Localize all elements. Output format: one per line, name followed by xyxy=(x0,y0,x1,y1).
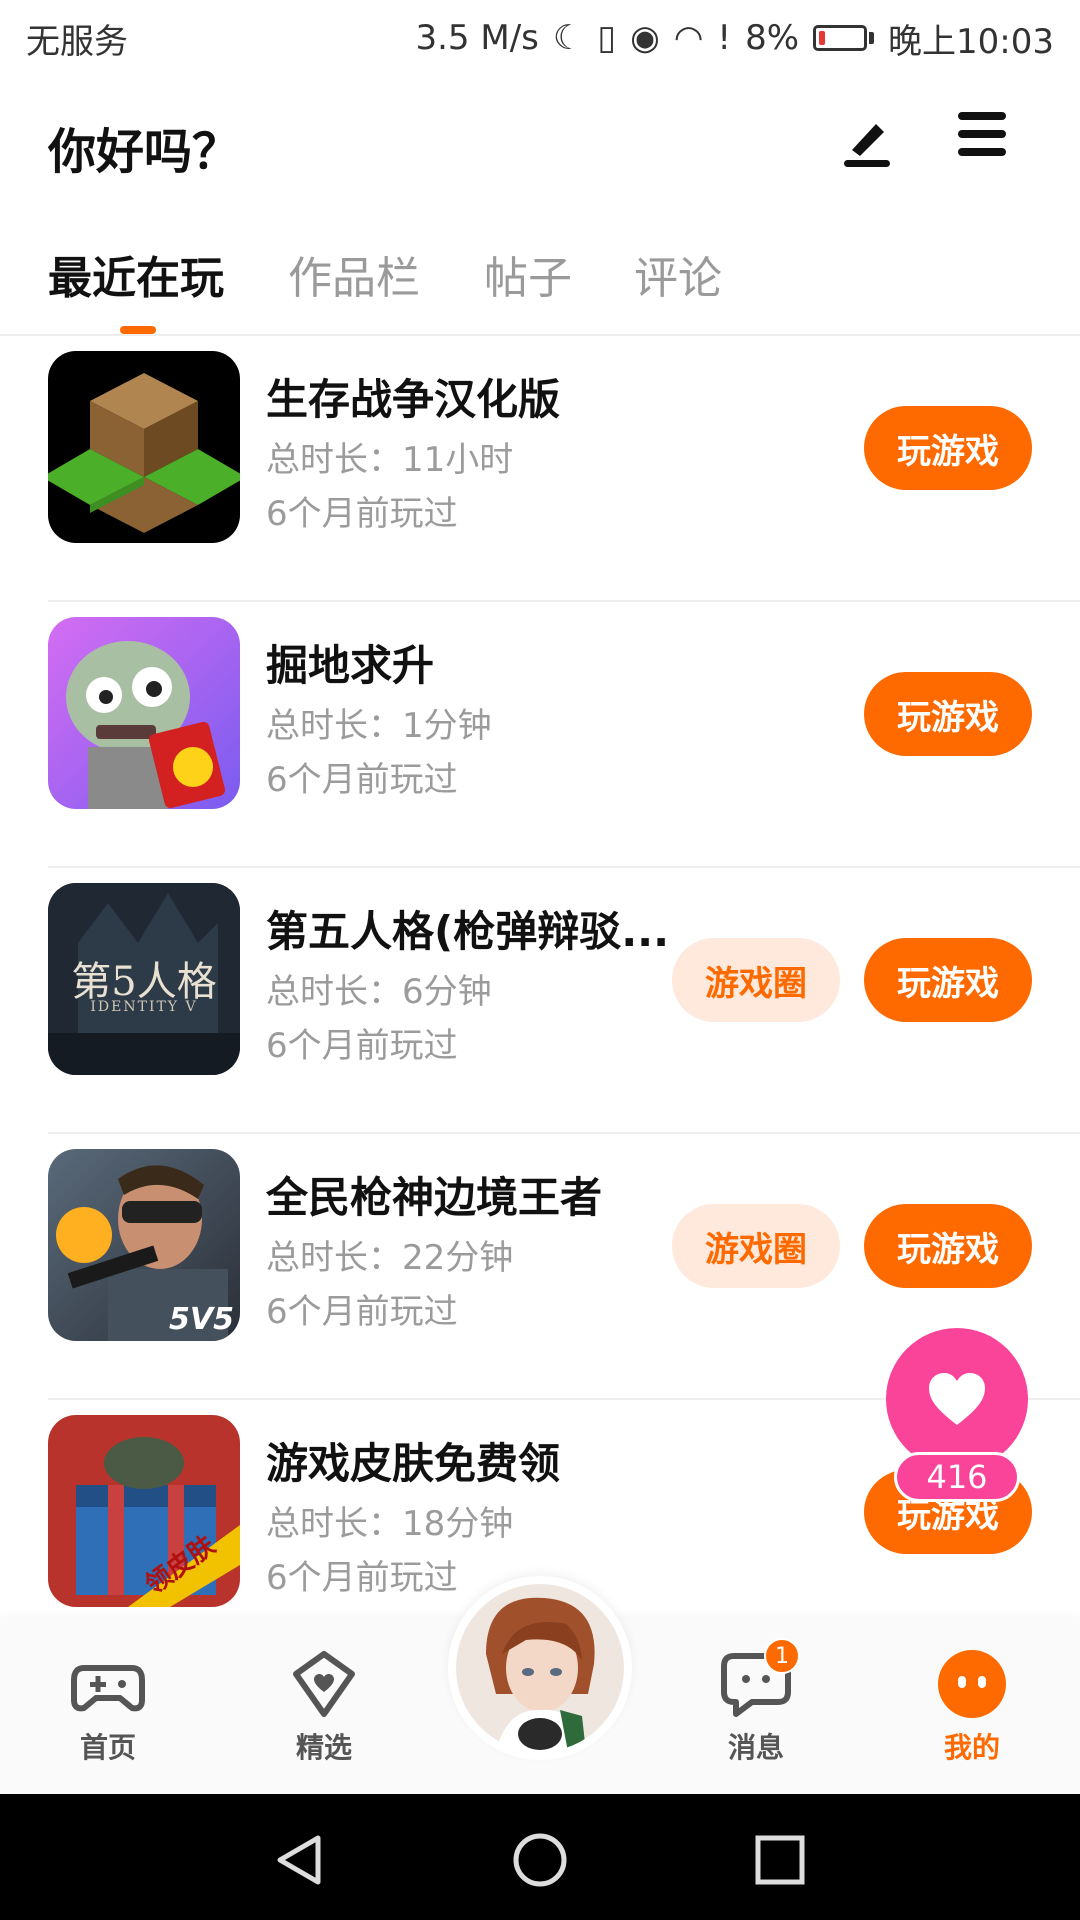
nav-home[interactable]: 首页 xyxy=(38,1646,178,1766)
moon-icon: ☾ xyxy=(552,18,584,58)
net-speed: 3.5 M/s xyxy=(415,18,539,58)
heart-bubble-icon xyxy=(286,1646,362,1722)
list-item[interactable]: 掘地求升 总时长：1分钟 6个月前玩过 玩游戏 xyxy=(0,602,1080,868)
game-circle-button[interactable]: 游戏圈 xyxy=(672,938,840,1022)
play-duration: 总时长：1分钟 xyxy=(266,706,492,746)
eye-icon: ◉ xyxy=(630,18,660,58)
tab-indicator xyxy=(120,326,156,334)
profile-face-icon xyxy=(934,1646,1010,1722)
chat-icon: 1 xyxy=(718,1638,800,1722)
last-played: 6个月前玩过 xyxy=(266,494,458,534)
nav-label: 精选 xyxy=(295,1731,352,1764)
nav-label: 消息 xyxy=(727,1731,784,1764)
play-game-button[interactable]: 玩游戏 xyxy=(864,938,1032,1022)
thumb-subtitle: IDENTITY V xyxy=(90,999,198,1015)
thumb-badge: 5V5 xyxy=(169,1302,234,1337)
game-thumbnail-identity-v[interactable]: 第5人格 IDENTITY V xyxy=(48,883,240,1075)
battery-icon xyxy=(813,25,875,51)
list-item[interactable]: 第5人格 IDENTITY V 第五人格(枪弹辩驳... 总时长：6分钟 6个月… xyxy=(0,868,1080,1134)
hamburger-menu-icon[interactable] xyxy=(958,112,1010,164)
like-fab[interactable] xyxy=(886,1328,1028,1470)
gamepad-icon xyxy=(70,1646,146,1722)
play-duration: 总时长：6分钟 xyxy=(266,972,492,1012)
game-thumbnail-zombie[interactable] xyxy=(48,617,240,809)
messages-badge: 1 xyxy=(764,1638,800,1674)
play-duration: 总时长：22分钟 xyxy=(266,1238,514,1278)
play-duration: 总时长：11小时 xyxy=(266,440,514,480)
nav-mine[interactable]: 我的 xyxy=(902,1646,1042,1766)
play-game-button[interactable]: 玩游戏 xyxy=(864,406,1032,490)
last-played: 6个月前玩过 xyxy=(266,1558,458,1598)
nav-label: 我的 xyxy=(943,1731,1000,1764)
like-count: 416 xyxy=(894,1452,1020,1502)
nav-messages[interactable]: 1 消息 xyxy=(686,1638,826,1766)
header: 你好吗？ xyxy=(0,90,1080,190)
play-game-button[interactable]: 玩游戏 xyxy=(864,672,1032,756)
tab-recent-played[interactable]: 最近在玩 xyxy=(48,242,224,306)
last-played: 6个月前玩过 xyxy=(266,760,458,800)
play-duration: 总时长：18分钟 xyxy=(266,1504,514,1544)
last-played: 6个月前玩过 xyxy=(266,1292,458,1332)
back-icon[interactable] xyxy=(270,1830,330,1890)
status-bar: 无服务 3.5 M/s ☾ ▯ ◉ ◠ ! 8% 晚上10:03 xyxy=(0,0,1080,76)
recents-icon[interactable] xyxy=(750,1830,810,1890)
game-name: 第五人格(枪弹辩驳... xyxy=(266,907,670,956)
heart-icon xyxy=(929,1373,985,1425)
alert-icon: ! xyxy=(717,18,732,58)
game-circle-button[interactable]: 游戏圈 xyxy=(672,1204,840,1288)
pen-icon[interactable] xyxy=(838,110,898,170)
list-item[interactable]: 生存战争汉化版 总时长：11小时 6个月前玩过 玩游戏 xyxy=(0,336,1080,602)
tab-works[interactable]: 作品栏 xyxy=(288,242,420,306)
tab-comments[interactable]: 评论 xyxy=(634,242,722,306)
center-avatar-button[interactable] xyxy=(448,1576,632,1760)
carrier-text: 无服务 xyxy=(26,21,128,62)
game-thumbnail-survivalcraft[interactable] xyxy=(48,351,240,543)
clock: 晚上10:03 xyxy=(888,21,1054,62)
vibrate-icon: ▯ xyxy=(597,18,617,58)
home-icon[interactable] xyxy=(510,1830,570,1890)
game-thumbnail-shooter[interactable]: 5V5 xyxy=(48,1149,240,1341)
nav-label: 首页 xyxy=(79,1731,136,1764)
play-game-button[interactable]: 玩游戏 xyxy=(864,1204,1032,1288)
game-name: 掘地求升 xyxy=(266,641,435,690)
game-thumbnail-skin-crate[interactable]: 领皮肤 xyxy=(48,1415,240,1607)
game-name: 生存战争汉化版 xyxy=(266,375,561,424)
avatar xyxy=(456,1584,624,1752)
last-played: 6个月前玩过 xyxy=(266,1026,458,1066)
game-name: 全民枪神边境王者 xyxy=(266,1173,603,1222)
battery-percent: 8% xyxy=(745,18,800,58)
page-title: 你好吗？ xyxy=(48,124,241,180)
profile-tabs: 最近在玩 作品栏 帖子 评论 xyxy=(0,230,1080,336)
nav-featured[interactable]: 精选 xyxy=(254,1646,394,1766)
system-nav-bar xyxy=(0,1794,1080,1920)
game-name: 游戏皮肤免费领 xyxy=(266,1439,561,1488)
tab-posts[interactable]: 帖子 xyxy=(484,242,572,306)
wifi-icon: ◠ xyxy=(673,18,704,58)
status-icons: 3.5 M/s ☾ ▯ ◉ ◠ ! 8% 晚上10:03 xyxy=(415,14,1054,63)
